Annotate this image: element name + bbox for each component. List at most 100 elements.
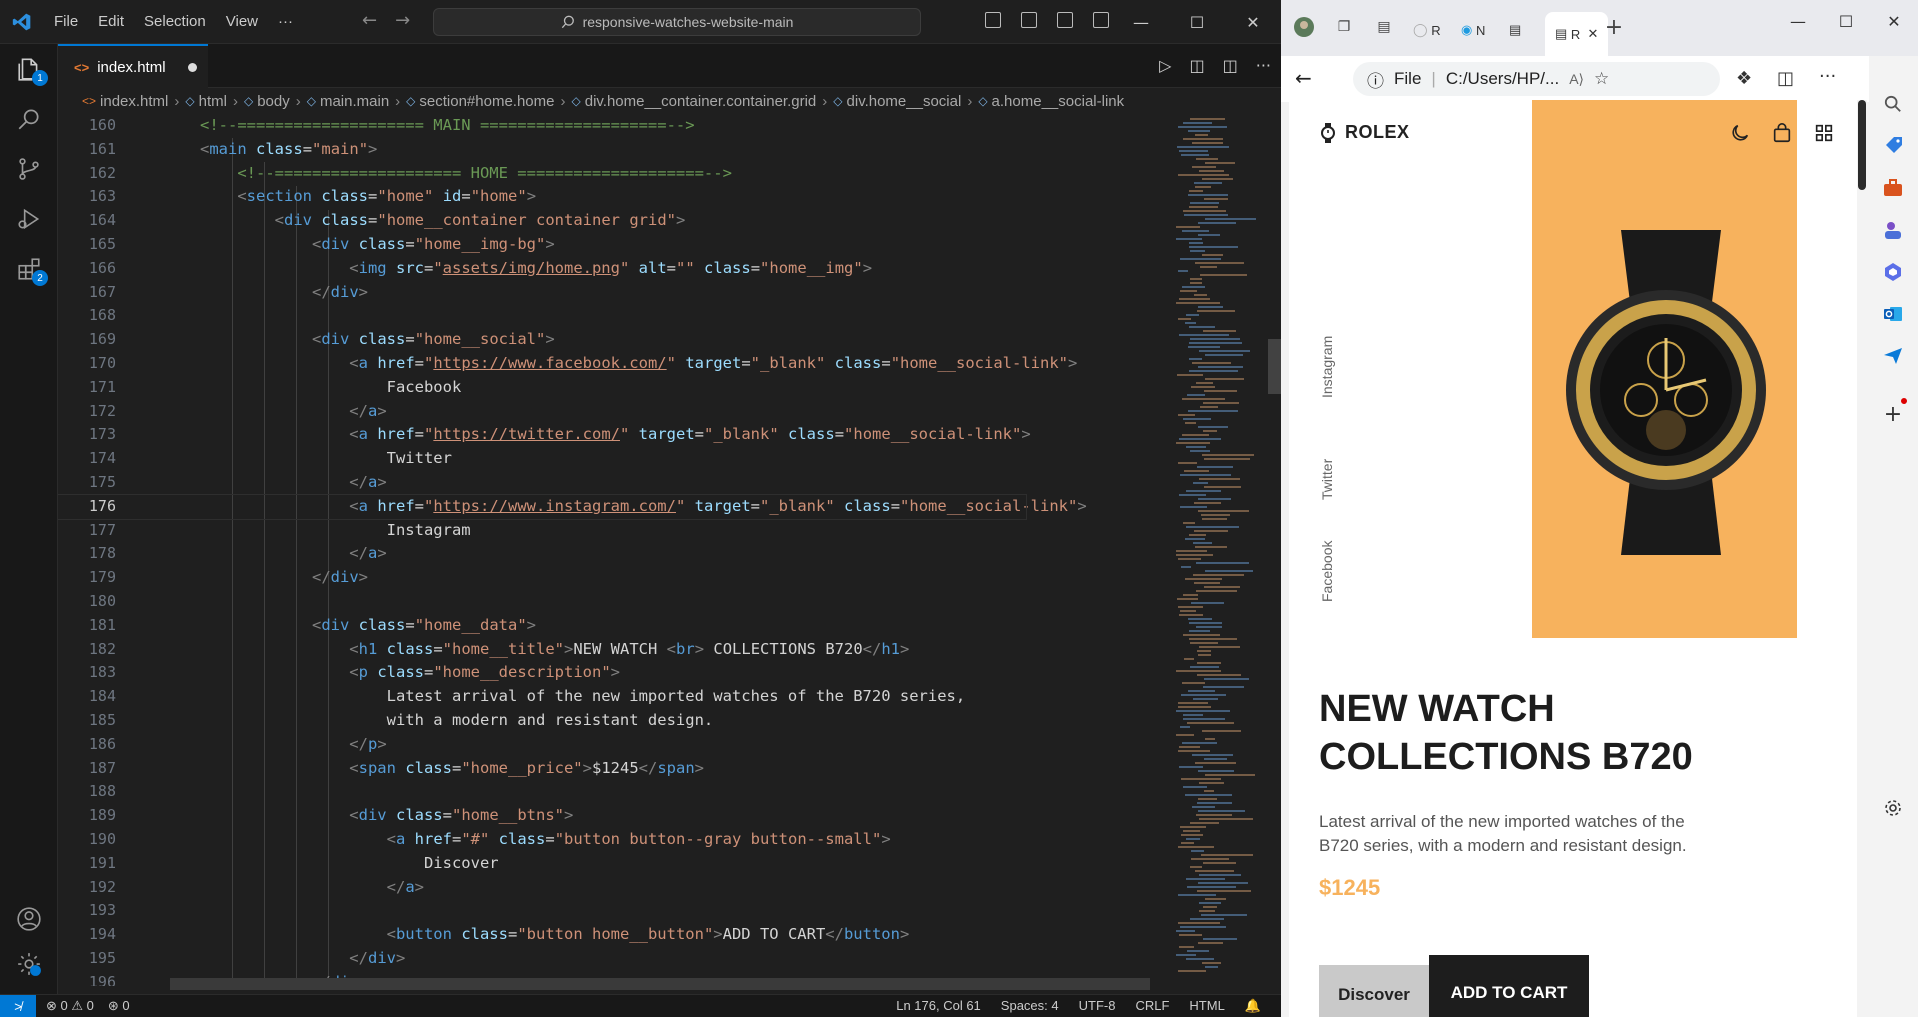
outlook-icon[interactable] [1881, 302, 1905, 326]
breadcrumb-item[interactable]: ◇ html [185, 93, 227, 110]
end-of-line[interactable]: CRLF [1135, 998, 1169, 1014]
unsaved-dot-icon[interactable] [187, 62, 197, 72]
close-icon[interactable]: ✕ [1225, 0, 1281, 44]
menu-edit[interactable]: Edit [88, 0, 134, 44]
shopping-tag-icon[interactable] [1881, 134, 1905, 158]
add-sidebar-app-icon[interactable]: + [1881, 402, 1905, 427]
code-line[interactable]: <section class="home" id="home"> [200, 185, 1077, 209]
vertical-tabs-icon[interactable]: ▤ [1373, 16, 1395, 38]
extensions-puzzle-icon[interactable]: ❖ [1736, 68, 1752, 89]
code-editor[interactable]: 160 161 162 163 164 165 166 167 168 169 170 171 172 1… [58, 114, 1168, 986]
code-line[interactable]: <p class="home__description"> [200, 661, 1077, 685]
breadcrumb-item[interactable]: ◇ section#home.home [406, 93, 554, 110]
discover-button[interactable]: Discover [1319, 965, 1429, 1017]
breadcrumb-item[interactable]: ◇ a.home__social-link [978, 93, 1124, 110]
social-link-twitter[interactable]: Twitter [1319, 459, 1335, 500]
code-line[interactable]: </a> [200, 542, 1077, 566]
tab-index-html[interactable]: <> index.html [58, 44, 208, 88]
close-tab-icon[interactable]: ✕ [1588, 26, 1599, 42]
indentation[interactable]: Spaces: 4 [1001, 998, 1059, 1014]
breadcrumb-item[interactable]: ◇ body [244, 93, 290, 110]
notifications-bell-icon[interactable]: 🔔 [1245, 998, 1261, 1014]
games-icon[interactable] [1881, 218, 1905, 242]
code-line[interactable]: </div> [200, 947, 1077, 971]
run-debug-icon[interactable] [0, 194, 58, 244]
code-line[interactable]: Twitter [200, 447, 1077, 471]
code-line[interactable]: </a> [200, 400, 1077, 424]
profile-avatar-icon[interactable] [1293, 16, 1315, 38]
menu-more[interactable]: ··· [268, 0, 303, 44]
browser-tab[interactable]: ▤ [1509, 12, 1521, 48]
code-line[interactable] [200, 899, 1077, 923]
read-aloud-icon[interactable]: A⟩ [1569, 71, 1584, 88]
maximize-icon[interactable]: ☐ [1822, 0, 1870, 42]
code-line[interactable]: <div class="home__container container gr… [200, 209, 1077, 233]
minimap[interactable] [1168, 114, 1268, 986]
code-line[interactable]: </a> [200, 471, 1077, 495]
code-line[interactable] [200, 304, 1077, 328]
search-icon[interactable] [0, 94, 58, 144]
browser-tab[interactable]: ◯ R [1413, 12, 1441, 48]
code-line[interactable]: <div class="home__btns"> [200, 804, 1077, 828]
split-editor-icon[interactable]: ◫ [1223, 56, 1238, 75]
code-line[interactable]: <div class="home__social"> [200, 328, 1077, 352]
remote-indicator-icon[interactable]: ≯ [0, 994, 36, 1017]
back-arrow-icon[interactable]: ← [362, 10, 377, 31]
site-logo[interactable]: ROLEX [1319, 122, 1410, 143]
back-arrow-icon[interactable]: ← [1295, 66, 1312, 90]
social-link-instagram[interactable]: Instagram [1319, 336, 1335, 398]
code-line[interactable]: </p> [200, 733, 1077, 757]
breadcrumb-item[interactable]: ◇ div.home__social [833, 93, 961, 110]
code-line[interactable]: <img src="assets/img/home.png" alt="" cl… [200, 257, 1077, 281]
code-line[interactable]: <!--==================== MAIN ==========… [200, 114, 1077, 138]
horizontal-scrollbar[interactable] [170, 978, 1150, 990]
settings-gear-icon[interactable] [0, 939, 58, 989]
code-line[interactable]: Facebook [200, 376, 1077, 400]
code-line[interactable]: <h1 class="home__title">NEW WATCH <br> C… [200, 638, 1077, 662]
address-bar[interactable]: ⓘ File | C:/Users/HP/... A⟩ ☆ [1353, 62, 1720, 96]
code-line[interactable]: <button class="button home__button">ADD … [200, 923, 1077, 947]
menu-view[interactable]: View [216, 0, 268, 44]
code-line[interactable]: <div class="home__data"> [200, 614, 1077, 638]
code-line[interactable]: <main class="main"> [200, 138, 1077, 162]
toggle-secondary-sidebar-icon[interactable] [1057, 12, 1073, 28]
send-paper-plane-icon[interactable] [1881, 344, 1905, 368]
code-line[interactable] [200, 590, 1077, 614]
moon-icon[interactable] [1729, 122, 1751, 144]
menu-file[interactable]: File [44, 0, 88, 44]
code-line[interactable]: </div> [200, 566, 1077, 590]
minimize-icon[interactable]: — [1113, 0, 1169, 44]
code-line[interactable]: </div> [200, 281, 1077, 305]
breadcrumb-item[interactable]: <> index.html [82, 93, 168, 110]
explorer-icon[interactable]: 1 [0, 44, 58, 94]
add-to-cart-button[interactable]: ADD TO CART [1429, 955, 1589, 1017]
toggle-panel-icon[interactable] [1021, 12, 1037, 28]
code-line[interactable]: Instagram [200, 519, 1077, 543]
command-center[interactable]: responsive-watches-website-main [433, 8, 921, 36]
new-tab-icon[interactable]: + [1603, 15, 1625, 40]
run-icon[interactable]: ▷ [1159, 56, 1171, 75]
workspaces-icon[interactable]: ❐ [1333, 16, 1355, 38]
open-preview-icon[interactable]: ◫ [1189, 56, 1204, 75]
breadcrumb-item[interactable]: ◇ main.main [307, 93, 389, 110]
accounts-icon[interactable] [0, 894, 58, 944]
problems-indicator[interactable]: ⊗ 0 ⚠ 0 [46, 998, 94, 1014]
breadcrumb-item[interactable]: ◇ div.home__container.container.grid [572, 93, 817, 110]
more-menu-icon[interactable]: ··· [1819, 66, 1836, 87]
split-screen-icon[interactable]: ◫ [1777, 68, 1794, 89]
code-line[interactable]: <a href="https://twitter.com/" target="_… [200, 423, 1077, 447]
code-line[interactable]: <!--==================== HOME ==========… [200, 162, 1077, 186]
page-scrollbar-thumb[interactable] [1858, 100, 1866, 190]
code-line[interactable]: <span class="home__price">$1245</span> [200, 757, 1077, 781]
customize-layout-icon[interactable] [1093, 12, 1109, 28]
code-line[interactable]: Latest arrival of the new imported watch… [200, 685, 1077, 709]
page-scrollbar[interactable] [1857, 100, 1867, 1017]
browser-tab-active[interactable]: ▤ R ✕ [1545, 12, 1609, 56]
cursor-position[interactable]: Ln 176, Col 61 [896, 998, 981, 1014]
minimize-icon[interactable]: — [1774, 0, 1822, 42]
code-line[interactable]: <a href="https://www.instagram.com/" tar… [58, 493, 1087, 520]
vertical-scrollbar[interactable] [1268, 114, 1281, 986]
tools-briefcase-icon[interactable] [1881, 176, 1905, 200]
shopping-bag-icon[interactable] [1771, 122, 1793, 144]
close-icon[interactable]: ✕ [1870, 0, 1918, 42]
